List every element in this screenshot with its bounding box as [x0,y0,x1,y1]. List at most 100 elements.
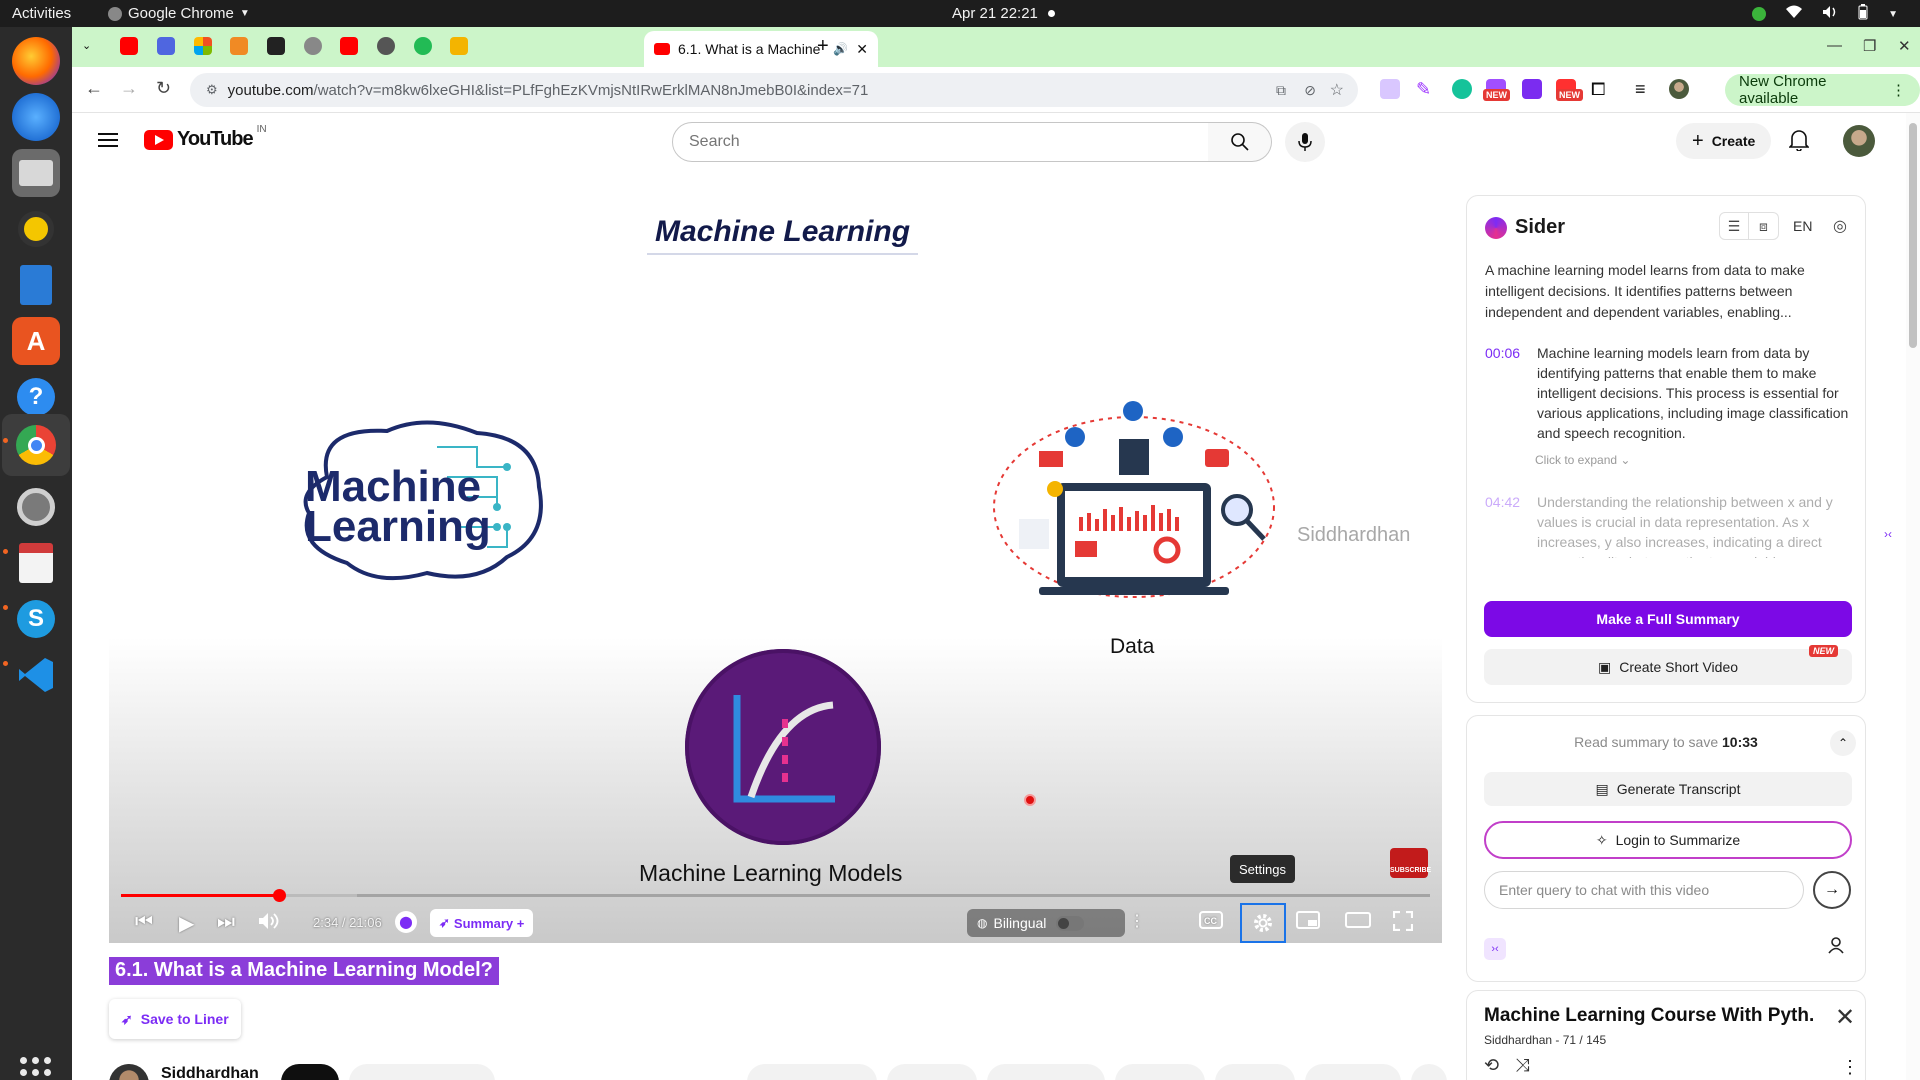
tab-green-app-icon[interactable] [414,37,432,55]
playlist-channel[interactable]: Siddhardhan [1484,1033,1552,1047]
create-short-video-button[interactable]: ▣ Create Short Video NEW [1484,645,1852,685]
search-input[interactable] [689,133,1209,151]
more-vert-icon[interactable]: ⋮ [1841,1057,1859,1078]
chapter-timestamp[interactable]: 04:42 [1485,492,1523,558]
skype-icon[interactable]: S [12,595,60,643]
user-profile-icon[interactable] [1827,936,1845,959]
youtube-logo[interactable]: YouTube IN [144,124,267,151]
more-options-icon[interactable]: ⋮ [1129,911,1145,931]
voice-search-button[interactable] [1285,122,1325,162]
close-icon[interactable]: ✕ [1835,1003,1855,1032]
tab-audio-icon[interactable]: 🔊 [833,42,848,56]
tab-close-icon[interactable]: ✕ [856,41,868,58]
scrollbar-thumb[interactable] [1909,123,1917,348]
next-icon[interactable]: ⏭ [217,911,235,934]
thanks-button[interactable] [1115,1064,1205,1080]
save-to-liner-button[interactable]: ➶ Save to Liner [109,999,241,1039]
rhythmbox-icon[interactable] [12,205,60,253]
site-info-icon[interactable]: ⚙ [206,82,218,98]
tab-aws-icon[interactable] [267,37,285,55]
bookmark-star-icon[interactable]: ☆ [1330,80,1344,100]
firefox-icon[interactable] [12,37,60,85]
page-scrollbar[interactable] [1906,113,1920,1080]
libreoffice-writer-icon[interactable] [12,261,60,309]
app-center-icon[interactable]: A [12,317,60,365]
tab-youtube-icon[interactable] [120,37,138,55]
progress-bar[interactable] [121,889,1430,902]
send-arrow-icon[interactable]: → [1813,871,1851,909]
tab-youtube-icon[interactable] [340,37,358,55]
fullscreen-icon[interactable] [1392,910,1414,937]
tab-active[interactable]: 6.1. What is a Machine 🔊 ✕ [644,31,878,67]
play-icon[interactable]: ▶ [179,911,194,936]
bilingual-switch[interactable] [1056,915,1085,931]
eye-off-icon[interactable]: ⊘ [1304,82,1316,99]
save-button[interactable] [1305,1064,1401,1080]
clip-button[interactable] [1215,1064,1295,1080]
login-to-summarize-button[interactable]: ✧ Login to Summarize [1484,821,1852,859]
subtitle-view-icon[interactable]: ⧈ [1749,212,1779,240]
search-button[interactable] [1208,122,1272,162]
chapter-item[interactable]: 04:42 Understanding the relationship bet… [1485,492,1855,558]
chrome-icon[interactable] [12,421,60,469]
share-button[interactable] [887,1064,977,1080]
like-dislike-button[interactable] [747,1064,877,1080]
new-tab-icon[interactable]: + [817,35,829,58]
pen-extension-icon[interactable]: ✎ [1416,79,1436,99]
settings-icon[interactable] [12,483,60,531]
tab-yellow-app-icon[interactable] [450,37,468,55]
shuffle-icon[interactable]: ⤨ [1515,1055,1529,1076]
tab-package-icon[interactable] [230,37,248,55]
restore-icon[interactable]: ❐ [1863,37,1876,55]
notifications-bell-icon[interactable] [1788,129,1810,156]
sider-float-icon[interactable]: ›‹ [1874,520,1902,548]
app-menu[interactable]: Google Chrome ▼ [108,5,250,22]
create-button[interactable]: + Create [1676,123,1772,159]
sider-extension-icon[interactable] [1380,79,1400,99]
reading-list-icon[interactable]: ≡ [1635,79,1655,99]
tab-docs-icon[interactable] [157,37,175,55]
location-pin-icon[interactable]: ⬤ [395,911,417,933]
address-bar[interactable]: ⚙ youtube.com /watch?v=m8kw6lxeGHI&list=… [190,73,1358,107]
more-actions-button[interactable] [1411,1064,1447,1080]
previous-icon[interactable]: ⏮ [135,911,153,934]
tab-microsoft-icon[interactable] [194,37,212,55]
volume-icon[interactable] [257,911,279,937]
subscribed-button[interactable] [349,1064,495,1080]
search-box[interactable] [672,122,1210,162]
chat-query-input[interactable] [1484,871,1804,909]
forward-icon[interactable]: → [120,78,138,99]
chrome-update-chip[interactable]: New Chrome available ⋮ [1725,73,1920,107]
tab-openai-icon[interactable] [377,37,395,55]
settings-icon[interactable] [1240,903,1286,943]
subscribe-badge[interactable]: SUBSCRIBE [1390,848,1431,878]
download-button[interactable] [987,1064,1105,1080]
chapter-item[interactable]: 00:06 Machine learning models learn from… [1485,343,1855,443]
menu-icon[interactable] [98,133,118,147]
chapter-timestamp[interactable]: 00:06 [1485,343,1523,443]
join-button[interactable] [281,1064,339,1080]
activities-button[interactable]: Activities [12,5,71,22]
loop-icon[interactable]: ⟲ [1484,1055,1499,1076]
install-app-icon[interactable]: ⧉ [1276,82,1286,99]
show-apps-icon[interactable] [20,1057,51,1080]
tab-search-chevron-icon[interactable]: ⌄ [82,39,91,52]
theater-mode-icon[interactable] [1345,911,1371,934]
full-summary-button[interactable]: Make a Full Summary [1484,601,1852,637]
click-to-expand-link[interactable]: Click to expand ⌄ [1535,453,1630,467]
channel-avatar[interactable] [109,1064,149,1080]
vscode-icon[interactable] [12,651,60,699]
reload-icon[interactable]: ↻ [156,78,171,99]
system-tray[interactable]: ▼ [1752,4,1898,24]
playlist-title[interactable]: Machine Learning Course With Pyth... [1484,1005,1814,1027]
video-player[interactable]: Machine Learning Machine Learning Siddha… [109,197,1442,943]
minimize-icon[interactable]: — [1827,37,1842,54]
grammarly-icon[interactable] [1452,79,1472,99]
files-icon[interactable] [12,149,60,197]
document-viewer-icon[interactable] [12,539,60,587]
clock[interactable]: Apr 21 22:21 [952,5,1055,22]
language-selector[interactable]: EN [1793,218,1812,234]
extensions-puzzle-icon[interactable]: ⧠ [1591,79,1611,99]
sider-mini-icon[interactable]: ›‹ [1484,938,1506,960]
chevron-up-icon[interactable]: ⌃ [1830,730,1856,756]
